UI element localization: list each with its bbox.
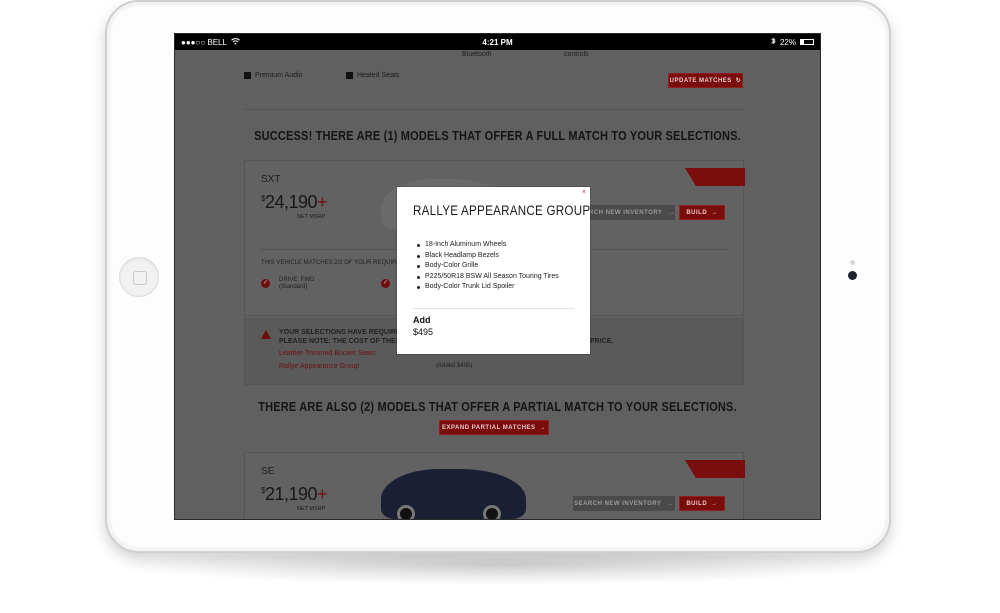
heated-seats-label: Heated Seats xyxy=(357,72,400,79)
heated-seats-option[interactable]: Heated Seats xyxy=(346,72,399,79)
wifi-icon xyxy=(231,37,240,47)
leather-seats-link[interactable]: Leather-Trimmed Bucket Seats xyxy=(279,350,376,357)
full-match-ribbon xyxy=(685,168,745,186)
build-label: BUILD xyxy=(686,209,708,216)
premium-audio-checkbox[interactable] xyxy=(244,72,251,79)
notice-line-2-end: PRICE. xyxy=(590,338,614,345)
update-matches-button[interactable]: UPDATE MATCHES ↻ xyxy=(668,73,743,88)
home-button[interactable] xyxy=(119,257,159,297)
car-wheel xyxy=(397,505,415,519)
added-price: (Added $495) xyxy=(436,363,473,369)
full-match-headline: SUCCESS! THERE ARE (1) MODELS THAT OFFER… xyxy=(254,129,741,143)
close-icon[interactable]: × xyxy=(582,189,586,196)
premium-audio-option[interactable]: Premium Audio xyxy=(244,72,302,79)
price-plus: + xyxy=(317,192,328,212)
msrp-label: NET MSRP xyxy=(297,506,326,512)
front-camera xyxy=(848,271,857,280)
arrow-right-icon: → xyxy=(667,500,674,507)
rallye-appearance-link[interactable]: Rallye Appearance Group xyxy=(279,363,359,370)
carrier-label: ●●●○○ BELL xyxy=(181,37,227,47)
notice-line-1: YOUR SELECTIONS HAVE REQUIRED xyxy=(279,329,406,336)
arrow-right-icon: → xyxy=(711,209,718,216)
list-item: Body-Color Grille xyxy=(417,261,559,272)
msrp-label: NET MSRP xyxy=(297,214,326,220)
arrow-right-icon: → xyxy=(668,209,675,216)
model-card-se: SE $21,190+ NET MSRP SEARCH NEW INVENTOR… xyxy=(244,452,745,519)
list-item: Black Headlamp Bezels xyxy=(417,251,559,262)
premium-audio-label: Premium Audio xyxy=(255,72,303,79)
warning-icon xyxy=(261,330,271,339)
modal-title: RALLYE APPEARANCE GROUP xyxy=(413,203,591,218)
check-icon: ✓ xyxy=(381,279,390,288)
package-price: $495 xyxy=(413,327,434,337)
car-wheel xyxy=(483,505,501,519)
package-modal: × RALLYE APPEARANCE GROUP 18-Inch Alumin… xyxy=(397,187,590,354)
package-feature-list: 18-Inch Aluminum Wheels Black Headlamp B… xyxy=(417,240,559,293)
check-icon: ✓ xyxy=(261,279,270,288)
battery-icon xyxy=(800,39,814,45)
list-item: P225/50R18 BSW All Season Touring Tires xyxy=(417,272,559,283)
arrow-right-icon: → xyxy=(711,500,718,507)
expand-partial-matches-button[interactable]: EXPAND PARTIAL MATCHES → xyxy=(439,420,549,435)
price-value: 21,190 xyxy=(264,484,318,504)
model-name: SE xyxy=(261,466,275,477)
feature-drive-sub: (Standard) xyxy=(279,284,308,290)
search-inventory-label: SEARCH NEW INVENTORY xyxy=(574,500,662,507)
front-sensor xyxy=(850,260,855,265)
add-label: Add xyxy=(413,315,431,325)
notice-line-2: PLEASE NOTE: THE COST OF THESE xyxy=(279,338,406,345)
controls-option-label: controls xyxy=(564,51,589,58)
price-dollar: $ xyxy=(261,194,265,203)
build-label: BUILD xyxy=(686,500,708,507)
price-value: 24,190 xyxy=(264,192,318,212)
heated-seats-checkbox[interactable] xyxy=(346,72,353,79)
bluetooth-option-label: Bluetooth xyxy=(462,51,492,58)
price-plus: + xyxy=(317,484,328,504)
price-dollar: $ xyxy=(261,486,265,495)
build-button[interactable]: BUILD → xyxy=(679,205,725,220)
arrow-right-icon: → xyxy=(539,424,547,431)
battery-percent: 22% xyxy=(779,37,796,47)
section-divider xyxy=(244,109,744,110)
model-name: SXT xyxy=(261,174,281,185)
search-inventory-button[interactable]: SEARCH NEW INVENTORY → xyxy=(573,496,675,511)
build-button[interactable]: BUILD → xyxy=(679,496,725,511)
clock: 4:21 PM xyxy=(482,37,513,47)
refresh-icon: ↻ xyxy=(735,78,742,84)
model-price: $24,190+ xyxy=(261,192,328,213)
list-item: 18-Inch Aluminum Wheels xyxy=(417,240,559,251)
update-matches-label: UPDATE MATCHES xyxy=(669,77,732,84)
list-item: Body-Color Trunk Lid Spoiler xyxy=(417,282,559,293)
status-bar: ●●●○○ BELL 4:21 PM 22% xyxy=(175,34,820,50)
modal-divider xyxy=(413,308,574,309)
partial-match-ribbon xyxy=(685,460,745,478)
screen: ●●●○○ BELL 4:21 PM 22% Bluetooth control… xyxy=(174,33,821,520)
partial-match-headline: THERE ARE ALSO (2) MODELS THAT OFFER A P… xyxy=(258,400,737,414)
bluetooth-icon xyxy=(771,37,776,47)
feature-drive-title: DRIVE: FWD xyxy=(279,277,315,283)
expand-partial-label: EXPAND PARTIAL MATCHES xyxy=(441,424,536,431)
model-price: $21,190+ xyxy=(261,484,328,505)
